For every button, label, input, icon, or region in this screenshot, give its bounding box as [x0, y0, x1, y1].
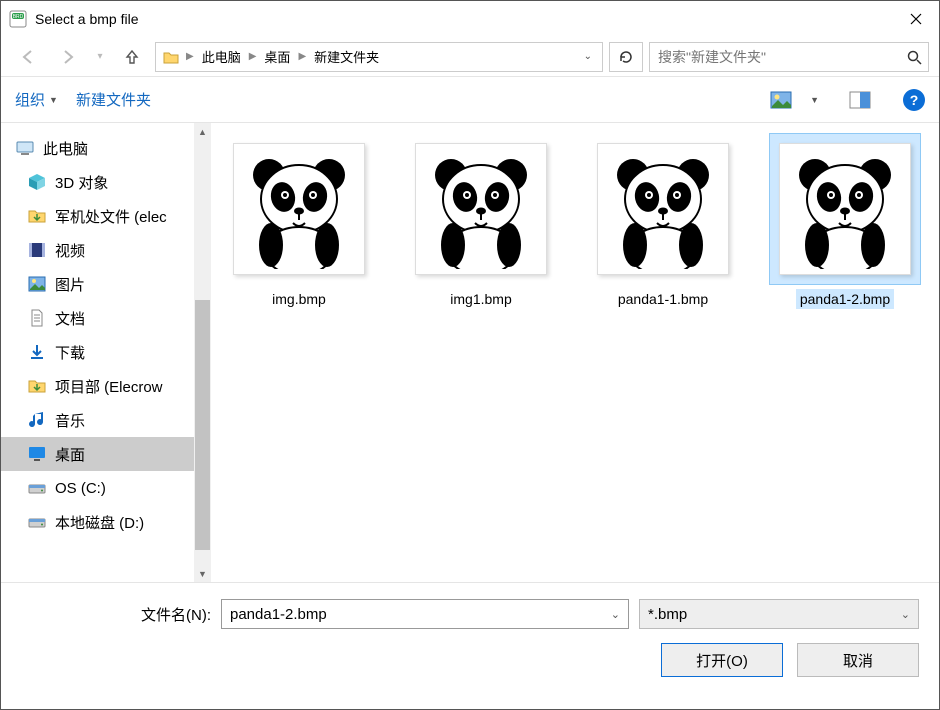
- folder-down-icon: [27, 206, 47, 226]
- desktop-icon: [27, 444, 47, 464]
- scroll-thumb[interactable]: [195, 300, 210, 550]
- computer-icon: [15, 138, 35, 158]
- sidebar-item-label: 音乐: [55, 410, 85, 431]
- file-thumbnail: [769, 133, 921, 285]
- file-name-label: img.bmp: [268, 289, 330, 309]
- new-folder-label: 新建文件夹: [76, 89, 151, 110]
- file-thumbnail: [405, 133, 557, 285]
- sidebar-item-label: 图片: [55, 274, 85, 295]
- search-input[interactable]: [656, 48, 906, 66]
- sidebar-root-label: 此电脑: [43, 138, 88, 159]
- breadcrumb-item[interactable]: 新建文件夹: [310, 43, 383, 71]
- svg-text:BRD: BRD: [13, 14, 24, 20]
- filter-value: *.bmp: [648, 606, 687, 623]
- search-icon[interactable]: [906, 49, 922, 65]
- drive-icon: [27, 512, 47, 532]
- chevron-down-icon[interactable]: ⌄: [611, 608, 620, 621]
- sidebar-item-label: 视频: [55, 240, 85, 261]
- drive-icon: [27, 478, 47, 498]
- sidebar-item-label: 桌面: [55, 444, 85, 465]
- scroll-down-button[interactable]: ▼: [194, 565, 211, 582]
- close-button[interactable]: [893, 1, 939, 37]
- sidebar-item-label: 本地磁盘 (D:): [55, 512, 144, 533]
- breadcrumb-item[interactable]: 此电脑: [198, 43, 245, 71]
- view-thumbnails-button[interactable]: [770, 91, 792, 109]
- window-title: Select a bmp file: [35, 11, 139, 27]
- preview-pane-button[interactable]: [849, 91, 871, 109]
- sidebar-item[interactable]: 文档: [1, 301, 211, 335]
- folder-down-icon: [27, 376, 47, 396]
- sidebar-item[interactable]: 下载: [1, 335, 211, 369]
- path-dropdown-button[interactable]: ⌄: [578, 51, 598, 62]
- nav-forward-button[interactable]: [51, 42, 85, 72]
- filename-combobox[interactable]: panda1-2.bmp ⌄: [221, 599, 629, 629]
- sidebar-item-label: 文档: [55, 308, 85, 329]
- sidebar-item-label: 军机处文件 (elec: [55, 206, 167, 227]
- filename-value: panda1-2.bmp: [230, 606, 327, 623]
- sidebar-item-label: 下载: [55, 342, 85, 363]
- breadcrumb-bar[interactable]: ▶ 此电脑 ▶ 桌面 ▶ 新建文件夹 ⌄: [155, 42, 603, 72]
- folder-icon: [162, 48, 180, 66]
- filetype-filter-combobox[interactable]: *.bmp ⌄: [639, 599, 919, 629]
- sidebar-item[interactable]: 桌面: [1, 437, 211, 471]
- sidebar-item[interactable]: 军机处文件 (elec: [1, 199, 211, 233]
- open-button[interactable]: 打开(O): [661, 643, 783, 677]
- file-tile[interactable]: img.bmp: [223, 133, 375, 309]
- file-tile[interactable]: img1.bmp: [405, 133, 557, 309]
- organize-label: 组织: [15, 89, 45, 110]
- sidebar-item[interactable]: 音乐: [1, 403, 211, 437]
- picture-icon: [27, 274, 47, 294]
- sidebar-item[interactable]: 本地磁盘 (D:): [1, 505, 211, 539]
- file-thumbnail: [587, 133, 739, 285]
- download-icon: [27, 342, 47, 362]
- file-name-label: panda1-2.bmp: [796, 289, 894, 309]
- sidebar-root-thispc[interactable]: 此电脑: [1, 131, 211, 165]
- file-name-label: panda1-1.bmp: [614, 289, 712, 309]
- sidebar-item-label: 项目部 (Elecrow: [55, 376, 163, 397]
- chevron-down-icon[interactable]: ⌄: [901, 608, 910, 621]
- chevron-right-icon: ▶: [184, 51, 196, 62]
- new-folder-button[interactable]: 新建文件夹: [76, 89, 151, 110]
- sidebar-item[interactable]: 3D 对象: [1, 165, 211, 199]
- chevron-right-icon: ▶: [247, 51, 259, 62]
- sidebar-item-label: 3D 对象: [55, 172, 108, 193]
- file-grid[interactable]: img.bmp img1.bmp panda1-1.bmp panda1-2.bmp: [211, 123, 939, 582]
- film-icon: [27, 240, 47, 260]
- sidebar-item-label: OS (C:): [55, 480, 106, 497]
- search-box[interactable]: [649, 42, 929, 72]
- file-name-label: img1.bmp: [446, 289, 515, 309]
- document-icon: [27, 308, 47, 328]
- help-button[interactable]: ?: [903, 89, 925, 111]
- sidebar-scrollbar[interactable]: ▲ ▼: [194, 123, 211, 582]
- file-tile[interactable]: panda1-2.bmp: [769, 133, 921, 309]
- breadcrumb-item[interactable]: 桌面: [260, 43, 294, 71]
- filename-label: 文件名(N):: [21, 604, 211, 625]
- chevron-right-icon: ▶: [296, 51, 308, 62]
- sidebar-item[interactable]: 图片: [1, 267, 211, 301]
- nav-back-button[interactable]: [11, 42, 45, 72]
- cube-icon: [27, 172, 47, 192]
- sidebar: 此电脑 3D 对象军机处文件 (elec 视频图片文档下载项目部 (Elecrow…: [1, 123, 211, 582]
- scroll-up-button[interactable]: ▲: [194, 123, 211, 140]
- sidebar-item[interactable]: 视频: [1, 233, 211, 267]
- chevron-down-icon[interactable]: ▼: [810, 95, 819, 105]
- nav-up-button[interactable]: [115, 42, 149, 72]
- file-thumbnail: [223, 133, 375, 285]
- nav-recent-button[interactable]: ▾: [91, 42, 109, 72]
- sidebar-item[interactable]: 项目部 (Elecrow: [1, 369, 211, 403]
- file-tile[interactable]: panda1-1.bmp: [587, 133, 739, 309]
- organize-button[interactable]: 组织 ▼: [15, 89, 58, 110]
- music-icon: [27, 410, 47, 430]
- refresh-button[interactable]: [609, 42, 643, 72]
- sidebar-item[interactable]: OS (C:): [1, 471, 211, 505]
- chevron-down-icon: ▼: [49, 95, 58, 105]
- app-icon: BRD: [9, 10, 27, 28]
- cancel-button[interactable]: 取消: [797, 643, 919, 677]
